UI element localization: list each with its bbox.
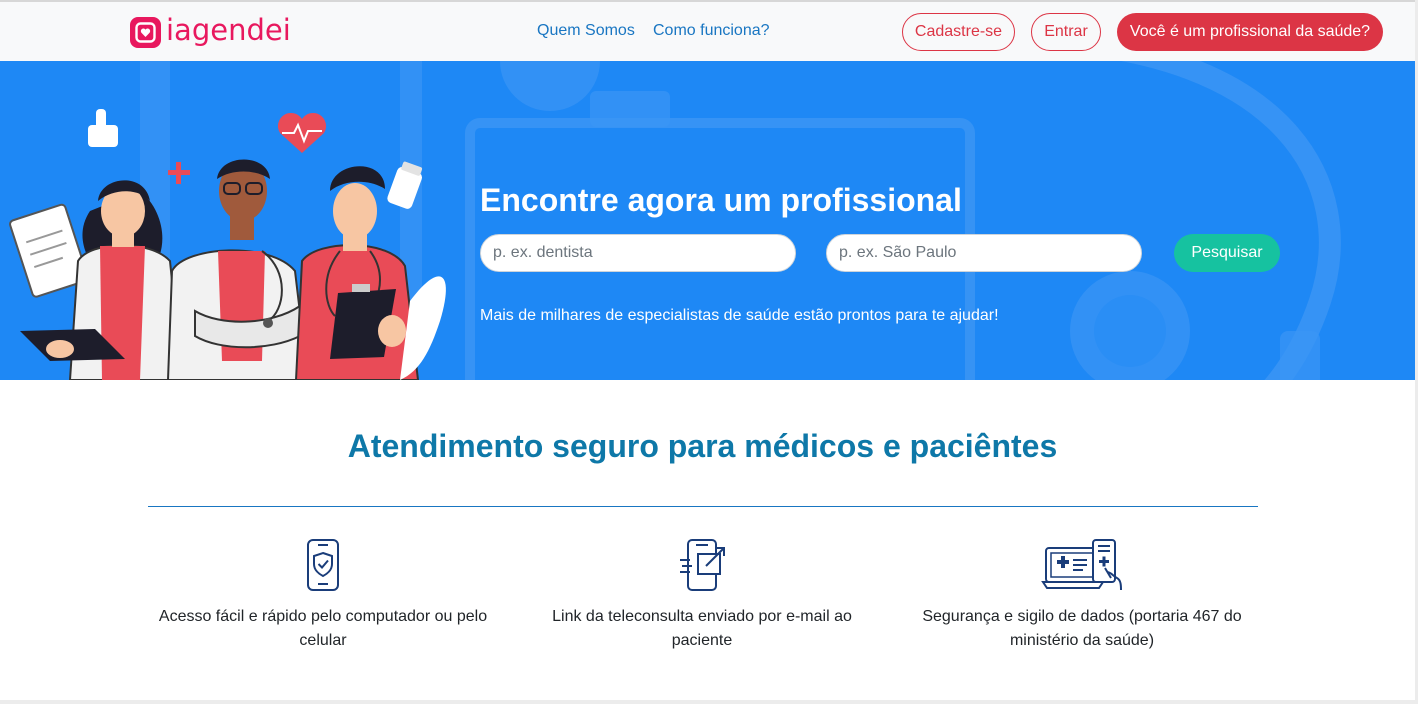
hero-background-illustration bbox=[9, 61, 1341, 380]
location-search-input[interactable] bbox=[826, 234, 1142, 272]
signup-button[interactable]: Cadastre-se bbox=[902, 13, 1015, 51]
feature-text: Acesso fácil e rápido pelo computador ou… bbox=[158, 608, 488, 649]
hero-banner: Encontre agora um profissional Pesquisar… bbox=[0, 61, 1415, 380]
nav-como-funciona[interactable]: Como funciona? bbox=[653, 22, 770, 40]
hero-subtitle: Mais de milhares de especialistas de saú… bbox=[480, 307, 999, 324]
feature-item: Link da teleconsulta enviado por e-mail … bbox=[522, 538, 882, 653]
specialty-search-input[interactable] bbox=[480, 234, 796, 272]
hero-title: Encontre agora um profissional bbox=[480, 182, 962, 218]
logo-icon bbox=[130, 16, 161, 48]
medical-devices-icon bbox=[1041, 539, 1122, 591]
logo-text: iagendei bbox=[166, 12, 291, 47]
doctor-man-illustration bbox=[166, 159, 310, 380]
phone-link-icon bbox=[680, 539, 725, 591]
thumbs-up-icon bbox=[88, 109, 118, 147]
features-divider bbox=[148, 506, 1258, 507]
nurse-illustration bbox=[294, 166, 446, 380]
shield-phone-icon bbox=[307, 539, 339, 591]
feature-item: Segurança e sigilo de dados (portaria 46… bbox=[902, 538, 1262, 653]
features-title: Atendimento seguro para médicos e paciên… bbox=[347, 428, 1058, 464]
professional-signup-button[interactable]: Você é um profissional da saúde? bbox=[1117, 13, 1383, 51]
nav-quem-somos[interactable]: Quem Somos bbox=[537, 22, 635, 40]
navbar: iagendei Quem Somos Como funciona? Cadas… bbox=[0, 2, 1415, 61]
page: iagendei Quem Somos Como funciona? Cadas… bbox=[0, 0, 1415, 700]
plus-icon bbox=[168, 162, 190, 184]
heart-icon bbox=[277, 112, 327, 153]
feature-item: Acesso fácil e rápido pelo computador ou… bbox=[143, 538, 503, 653]
login-button[interactable]: Entrar bbox=[1031, 13, 1101, 51]
logo-link[interactable]: iagendei bbox=[130, 12, 291, 48]
search-button[interactable]: Pesquisar bbox=[1174, 234, 1280, 272]
feature-text: Link da teleconsulta enviado por e-mail … bbox=[552, 608, 852, 649]
feature-text: Segurança e sigilo de dados (portaria 46… bbox=[922, 608, 1242, 649]
